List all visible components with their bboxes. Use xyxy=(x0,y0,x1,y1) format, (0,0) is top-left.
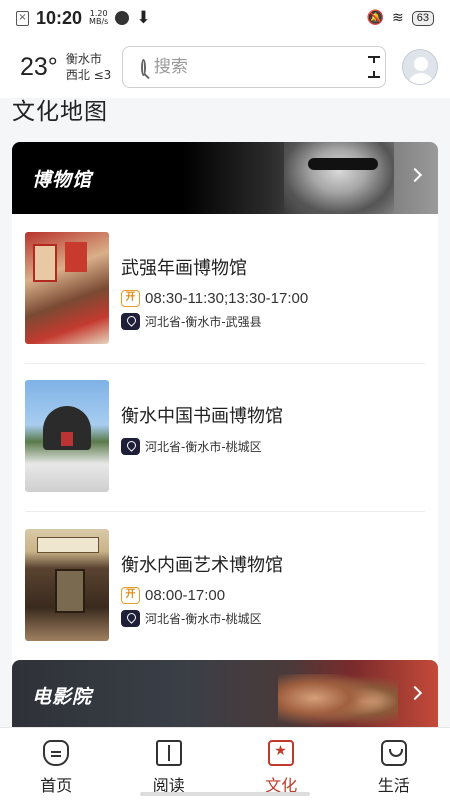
network-speed-unit: MB/s xyxy=(89,17,109,26)
temperature[interactable]: 23° xyxy=(20,53,58,82)
museum-name: 武强年画博物馆 xyxy=(121,258,247,279)
nav-life[interactable]: 生活 xyxy=(338,728,450,800)
download-icon: ⬇ xyxy=(136,8,151,28)
list-item-body: 衡水中国书画博物馆 河北省-衡水市-桃城区 xyxy=(121,380,283,461)
search-bar[interactable] xyxy=(121,46,386,88)
weather-city: 衡水市 xyxy=(65,52,102,66)
home-indicator xyxy=(140,792,310,796)
status-left: × 10:20 1.20 MB/s ⬇ xyxy=(16,8,151,29)
nav-read[interactable]: 阅读 xyxy=(113,728,226,800)
search-input[interactable] xyxy=(153,57,373,77)
cinema-banner-title: 电影院 xyxy=(32,685,93,708)
life-icon xyxy=(380,740,407,766)
divider xyxy=(25,511,425,512)
weather-info[interactable]: 衡水市 西北 ≤3 xyxy=(66,51,122,83)
avatar[interactable] xyxy=(401,49,438,85)
museum-thumbnail xyxy=(25,529,109,641)
museum-card: 博物馆 武强年画博物馆 开 08:30-11:30;13:30-17:00 河北… xyxy=(12,142,438,732)
scan-icon[interactable] xyxy=(367,56,380,78)
nav-culture[interactable]: 文化 xyxy=(225,728,338,800)
statue-blindfold xyxy=(308,158,378,170)
museum-banner[interactable]: 博物馆 xyxy=(12,142,438,214)
museum-address: 河北省-衡水市-桃城区 xyxy=(145,612,262,626)
chevron-right-icon[interactable] xyxy=(407,685,423,701)
museum-banner-title: 博物馆 xyxy=(32,168,93,191)
museum-address: 河北省-衡水市-武强县 xyxy=(145,315,262,329)
nav-home[interactable]: 首页 xyxy=(0,728,113,800)
status-right: 🔕 ≋ 63 xyxy=(367,10,434,26)
list-item[interactable]: 衡水内画艺术博物馆 开 08:00-17:00 河北省-衡水市-桃城区 xyxy=(25,529,425,641)
list-item-body: 衡水内画艺术博物馆 开 08:00-17:00 河北省-衡水市-桃城区 xyxy=(121,529,283,633)
weather-wind: 西北 ≤3 xyxy=(65,68,112,82)
museum-thumbnail xyxy=(25,232,109,344)
page-title: 文化地图 xyxy=(12,99,108,125)
nav-life-label: 生活 xyxy=(377,776,410,795)
culture-icon xyxy=(268,740,295,766)
opening-hours: 08:00-17:00 xyxy=(145,587,226,604)
app-notification-icon xyxy=(115,11,130,25)
location-icon xyxy=(121,610,140,627)
list-item[interactable]: 衡水中国书画博物馆 河北省-衡水市-桃城区 xyxy=(25,380,425,492)
location-icon xyxy=(121,313,140,330)
statue-image xyxy=(284,142,394,214)
cinema-banner[interactable]: 电影院 xyxy=(12,660,438,730)
status-time: 10:20 xyxy=(36,7,83,28)
museum-name: 衡水内画艺术博物馆 xyxy=(121,555,283,576)
home-icon xyxy=(43,740,70,766)
battery-indicator: 63 xyxy=(411,10,434,26)
nav-home-label: 首页 xyxy=(40,776,73,795)
open-hours-icon: 开 xyxy=(121,290,140,307)
museum-name: 衡水中国书画博物馆 xyxy=(121,406,283,427)
location-icon xyxy=(121,438,140,455)
bottom-nav: 首页 阅读 文化 生活 xyxy=(0,727,450,800)
search-icon xyxy=(140,58,146,76)
museum-address: 河北省-衡水市-桃城区 xyxy=(145,440,262,454)
list-item-body: 武强年画博物馆 开 08:30-11:30;13:30-17:00 河北省-衡水… xyxy=(121,232,308,336)
opening-hours: 08:30-11:30;13:30-17:00 xyxy=(145,290,309,307)
address-row: 河北省-衡水市-桃城区 xyxy=(121,610,283,627)
book-icon xyxy=(155,740,182,766)
hours-row: 开 08:00-17:00 xyxy=(121,587,283,604)
museum-thumbnail xyxy=(25,380,109,492)
network-speed: 1.20 MB/s xyxy=(89,10,108,26)
address-row: 河北省-衡水市-桃城区 xyxy=(121,438,283,455)
divider xyxy=(25,363,425,364)
notification-x-icon: × xyxy=(16,10,29,26)
hours-row: 开 08:30-11:30;13:30-17:00 xyxy=(121,290,308,307)
address-row: 河北省-衡水市-武强县 xyxy=(121,313,308,330)
wifi-icon: ≋ xyxy=(392,10,404,26)
chevron-right-icon[interactable] xyxy=(407,167,423,183)
open-hours-icon: 开 xyxy=(121,587,140,604)
top-header: 23° 衡水市 西北 ≤3 xyxy=(0,36,450,98)
cinema-image xyxy=(278,674,398,730)
status-bar: × 10:20 1.20 MB/s ⬇ 🔕 ≋ 63 xyxy=(0,0,450,36)
mute-icon: 🔕 xyxy=(366,10,385,26)
list-item[interactable]: 武强年画博物馆 开 08:30-11:30;13:30-17:00 河北省-衡水… xyxy=(25,232,425,344)
